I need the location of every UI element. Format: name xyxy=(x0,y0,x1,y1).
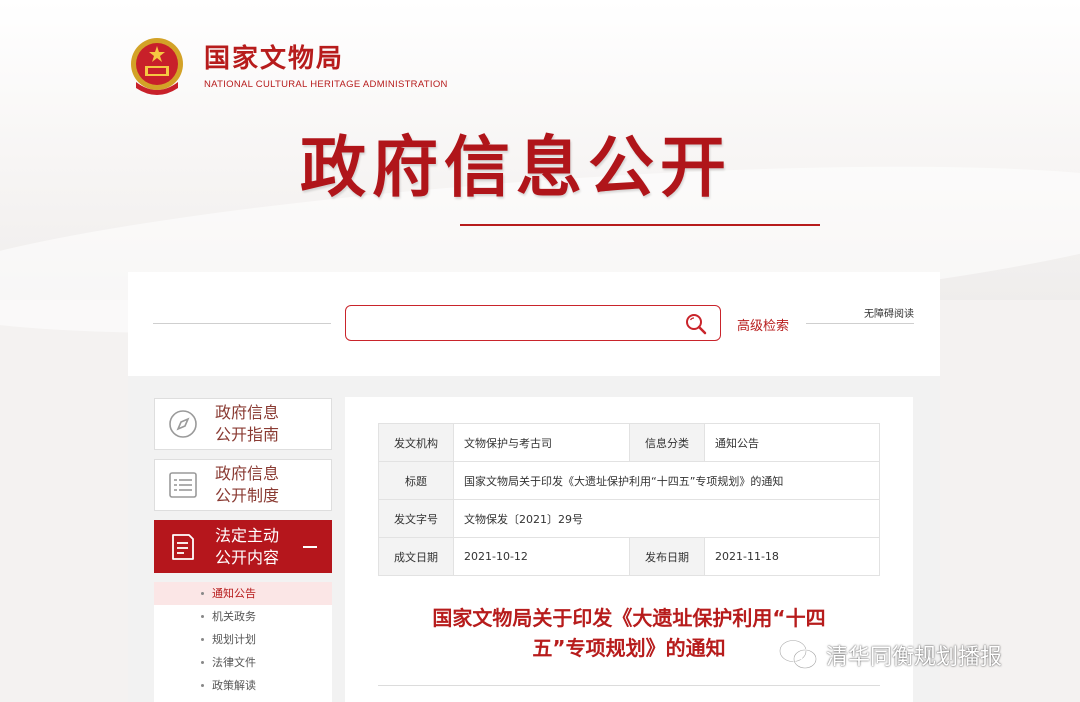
meta-value-title: 国家文物局关于印发《大遗址保护利用“十四五”专项规划》的通知 xyxy=(453,461,880,500)
meta-value-date: 2021-10-12 xyxy=(453,537,630,576)
national-emblem-icon xyxy=(131,38,183,95)
meta-key: 成文日期 xyxy=(378,537,454,576)
submenu-item-policy-interpretation[interactable]: 政策解读 xyxy=(154,674,332,697)
search-input[interactable] xyxy=(346,306,676,340)
meta-key: 发文字号 xyxy=(378,499,454,538)
divider-right xyxy=(806,323,914,324)
accessibility-link[interactable]: 无障碍阅读 xyxy=(864,305,914,320)
compass-icon xyxy=(169,410,197,438)
meta-value-docno: 文物保发〔2021〕29号 xyxy=(453,499,880,538)
search-box[interactable] xyxy=(345,305,721,341)
document-meta-table: 发文机构 文物保护与考古司 信息分类 通知公告 标题 国家文物局关于印发《大遗址… xyxy=(378,423,880,576)
sidebar-item-statutory-content[interactable]: 法定主动 公开内容 xyxy=(154,520,332,573)
sidebar-item-disclosure-guide[interactable]: 政府信息 公开指南 xyxy=(154,398,332,450)
document-icon xyxy=(172,533,194,560)
sidebar-submenu: 通知公告 机关政务 规划计划 法律文件 政策解读 xyxy=(154,582,332,702)
table-row: 发文字号 文物保发〔2021〕29号 xyxy=(378,499,880,538)
meta-key: 发文机构 xyxy=(378,423,454,462)
table-row: 标题 国家文物局关于印发《大遗址保护利用“十四五”专项规划》的通知 xyxy=(378,461,880,500)
search-icon[interactable] xyxy=(684,312,708,336)
sidebar-item-disclosure-system[interactable]: 政府信息 公开制度 xyxy=(154,459,332,511)
submenu-item-government-affairs[interactable]: 机关政务 xyxy=(154,605,332,628)
content-divider xyxy=(378,685,880,686)
table-row: 发文机构 文物保护与考古司 信息分类 通知公告 xyxy=(378,423,880,462)
submenu-item-plans[interactable]: 规划计划 xyxy=(154,628,332,651)
advanced-search-link[interactable]: 高级检索 xyxy=(737,315,789,334)
wechat-icon xyxy=(779,639,817,669)
sidebar-item-label: 法定主动 公开内容 xyxy=(215,525,280,567)
submenu-item-notices[interactable]: 通知公告 xyxy=(154,582,332,605)
divider-left xyxy=(153,323,331,324)
org-name-cn: 国家文物局 xyxy=(204,43,345,74)
meta-value-category: 通知公告 xyxy=(704,423,880,462)
site-logo[interactable]: 国家文物局 NATIONAL CULTURAL HERITAGE ADMINIS… xyxy=(128,36,448,96)
submenu-item-legal-documents[interactable]: 法律文件 xyxy=(154,651,332,674)
table-row: 成文日期 2021-10-12 发布日期 2021-11-18 xyxy=(378,537,880,576)
org-name-en: NATIONAL CULTURAL HERITAGE ADMINISTRATIO… xyxy=(204,78,448,90)
watermark-text: 清华同衡规划播报 xyxy=(826,645,1003,670)
collapse-icon[interactable] xyxy=(303,546,317,548)
meta-key: 发布日期 xyxy=(629,537,705,576)
meta-value-pubdate: 2021-11-18 xyxy=(704,537,880,576)
sidebar-item-label: 政府信息 公开制度 xyxy=(215,464,280,505)
page-title: 政府信息公开 xyxy=(300,129,732,206)
wechat-watermark: 清华同衡规划播报 xyxy=(778,638,1002,672)
sidebar-item-label: 政府信息 公开指南 xyxy=(215,403,280,444)
meta-key: 信息分类 xyxy=(629,423,705,462)
meta-value-issuer: 文物保护与考古司 xyxy=(453,423,630,462)
list-icon xyxy=(169,472,197,498)
title-underline xyxy=(460,224,820,226)
meta-key: 标题 xyxy=(378,461,454,500)
